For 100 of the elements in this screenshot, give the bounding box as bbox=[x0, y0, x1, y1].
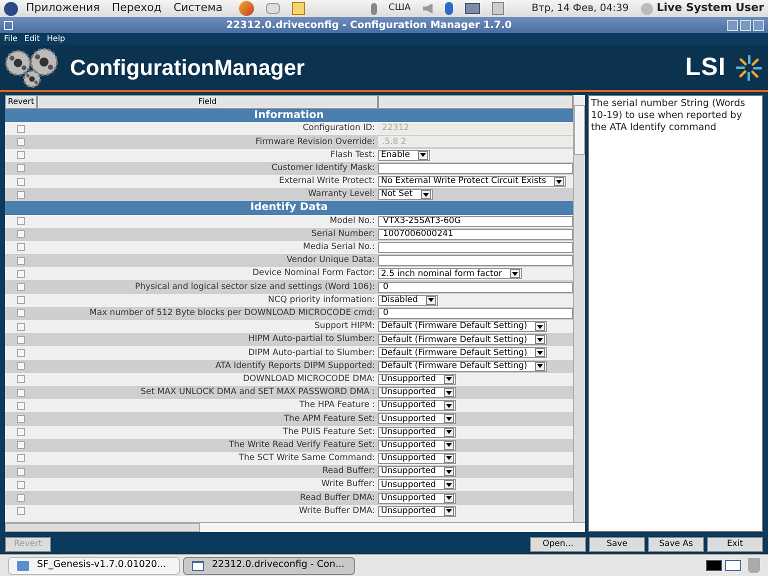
dropdown[interactable]: Default (Firmware Default Setting) bbox=[378, 347, 548, 358]
checkbox[interactable] bbox=[17, 243, 25, 252]
field-label: Media Serial No.: bbox=[302, 241, 376, 254]
dropdown[interactable]: Unsupported bbox=[378, 440, 456, 451]
field-label: Configuration ID: bbox=[302, 122, 376, 136]
menu-item[interactable]: File bbox=[4, 35, 18, 43]
minimize-button[interactable] bbox=[727, 20, 738, 30]
dropdown[interactable]: Unsupported bbox=[378, 426, 456, 438]
checkbox[interactable] bbox=[17, 256, 25, 265]
panel-menu[interactable]: Система bbox=[173, 0, 223, 17]
input-field[interactable] bbox=[378, 162, 573, 174]
user-name[interactable]: Live System User bbox=[656, 0, 764, 17]
input-field[interactable] bbox=[378, 242, 573, 253]
checkbox[interactable] bbox=[17, 480, 25, 489]
workspace-icon[interactable] bbox=[725, 560, 741, 571]
action-button[interactable]: Exit bbox=[707, 536, 763, 552]
checkbox[interactable] bbox=[17, 388, 25, 397]
taskbar-button[interactable]: 22312.0.driveconfig - Con... bbox=[183, 556, 355, 574]
checkbox[interactable] bbox=[17, 270, 25, 278]
caret-icon bbox=[444, 467, 454, 476]
dropdown[interactable]: Unsupported bbox=[378, 387, 456, 398]
checkbox[interactable] bbox=[17, 322, 25, 331]
panel-menu[interactable]: Переход bbox=[112, 0, 162, 17]
checkbox[interactable] bbox=[17, 124, 25, 133]
input-field[interactable]: 0 bbox=[378, 282, 573, 293]
clock[interactable]: Втр, 14 Фев, 04:39 bbox=[532, 1, 629, 16]
caret-icon bbox=[535, 335, 546, 344]
dropdown[interactable]: 2.5 inch nominal form factor bbox=[378, 268, 522, 280]
checkbox[interactable] bbox=[17, 230, 25, 238]
dropdown[interactable]: Unsupported bbox=[378, 452, 456, 464]
dropdown[interactable]: Default (Firmware Default Setting) bbox=[378, 321, 548, 332]
close-button[interactable] bbox=[753, 20, 764, 30]
input-field[interactable]: 0 bbox=[378, 308, 573, 319]
caret-icon bbox=[444, 440, 454, 450]
column-header[interactable] bbox=[378, 95, 573, 109]
volume-icon[interactable] bbox=[422, 4, 433, 14]
field-label: Model No.: bbox=[328, 214, 376, 228]
panel-menu[interactable]: Приложения bbox=[26, 0, 100, 17]
dropdown[interactable]: Unsupported bbox=[378, 479, 456, 490]
field-label: Write Buffer DMA: bbox=[298, 504, 376, 518]
starburst-icon bbox=[734, 52, 764, 82]
field-label: Warranty Level: bbox=[307, 188, 376, 202]
dropdown[interactable]: Unsupported bbox=[378, 400, 456, 412]
dropdown[interactable]: No External Write Protect Circuit Exists bbox=[378, 176, 566, 188]
checkbox[interactable] bbox=[17, 507, 25, 516]
checkbox[interactable] bbox=[17, 296, 25, 304]
action-button[interactable]: Save bbox=[589, 536, 645, 552]
field-label: The APM Feature Set: bbox=[282, 412, 376, 426]
checkbox[interactable] bbox=[17, 309, 25, 318]
checkbox[interactable] bbox=[17, 414, 25, 423]
checkbox[interactable] bbox=[17, 428, 25, 436]
checkbox[interactable] bbox=[17, 348, 25, 357]
dropdown[interactable]: Enable bbox=[378, 150, 430, 161]
dropdown[interactable]: Unsupported bbox=[378, 413, 456, 424]
dropdown[interactable]: Unsupported bbox=[378, 506, 456, 517]
checkbox[interactable] bbox=[17, 336, 25, 344]
dropdown[interactable]: Unsupported bbox=[378, 492, 456, 504]
checkbox[interactable] bbox=[17, 151, 25, 160]
checkbox[interactable] bbox=[17, 402, 25, 410]
column-header[interactable]: Revert bbox=[5, 95, 37, 109]
dropdown[interactable]: Unsupported bbox=[378, 374, 456, 385]
checkbox[interactable] bbox=[17, 178, 25, 186]
dropdown[interactable]: Disabled bbox=[378, 294, 438, 306]
checkbox[interactable] bbox=[17, 441, 25, 450]
checkbox[interactable] bbox=[17, 375, 25, 384]
dropdown[interactable]: Not Set bbox=[378, 189, 433, 200]
vertical-scrollbar[interactable] bbox=[573, 95, 585, 522]
dropdown[interactable]: Default (Firmware Default Setting) bbox=[378, 334, 548, 346]
field-label: Read Buffer DMA: bbox=[299, 492, 376, 504]
dropdown[interactable]: Unsupported bbox=[378, 466, 456, 478]
keyboard-layout[interactable]: США bbox=[388, 2, 411, 16]
input-field[interactable]: 1007006000241 bbox=[378, 228, 573, 240]
taskbar-button[interactable]: SF_Genesis-v1.7.0.01020... bbox=[8, 556, 180, 574]
horizontal-scrollbar[interactable] bbox=[5, 522, 585, 532]
help-panel: The serial number String (Words 10-19) to use when reported by the ATA Identify command bbox=[588, 95, 763, 532]
workspace-icon[interactable] bbox=[706, 560, 722, 571]
window-menu-icon[interactable] bbox=[4, 20, 13, 30]
checkbox[interactable] bbox=[17, 190, 25, 199]
section-header: Identify Data bbox=[5, 201, 573, 214]
maximize-button[interactable] bbox=[740, 20, 751, 30]
checkbox[interactable] bbox=[17, 454, 25, 462]
checkbox[interactable] bbox=[17, 468, 25, 476]
checkbox[interactable] bbox=[17, 138, 25, 146]
field-label: Vendor Unique Data: bbox=[286, 254, 376, 268]
user-icon[interactable] bbox=[640, 2, 653, 14]
action-button[interactable]: Open... bbox=[530, 536, 586, 552]
checkbox[interactable] bbox=[17, 283, 25, 292]
action-button[interactable]: Save As bbox=[648, 536, 704, 552]
input-field[interactable]: VTX3-25SAT3-60G bbox=[378, 216, 573, 227]
dropdown[interactable]: Default (Firmware Default Setting) bbox=[378, 360, 548, 372]
checkbox[interactable] bbox=[17, 362, 25, 370]
menu-item[interactable]: Help bbox=[46, 35, 66, 43]
column-header[interactable]: Field bbox=[37, 95, 378, 109]
checkbox[interactable] bbox=[17, 164, 25, 172]
checkbox[interactable] bbox=[17, 217, 25, 226]
checkbox[interactable] bbox=[17, 494, 25, 502]
menu-item[interactable]: Edit bbox=[24, 35, 40, 43]
input-field[interactable] bbox=[378, 255, 573, 266]
app-name: ConfigurationManager bbox=[70, 54, 305, 82]
caret-icon bbox=[444, 494, 454, 503]
